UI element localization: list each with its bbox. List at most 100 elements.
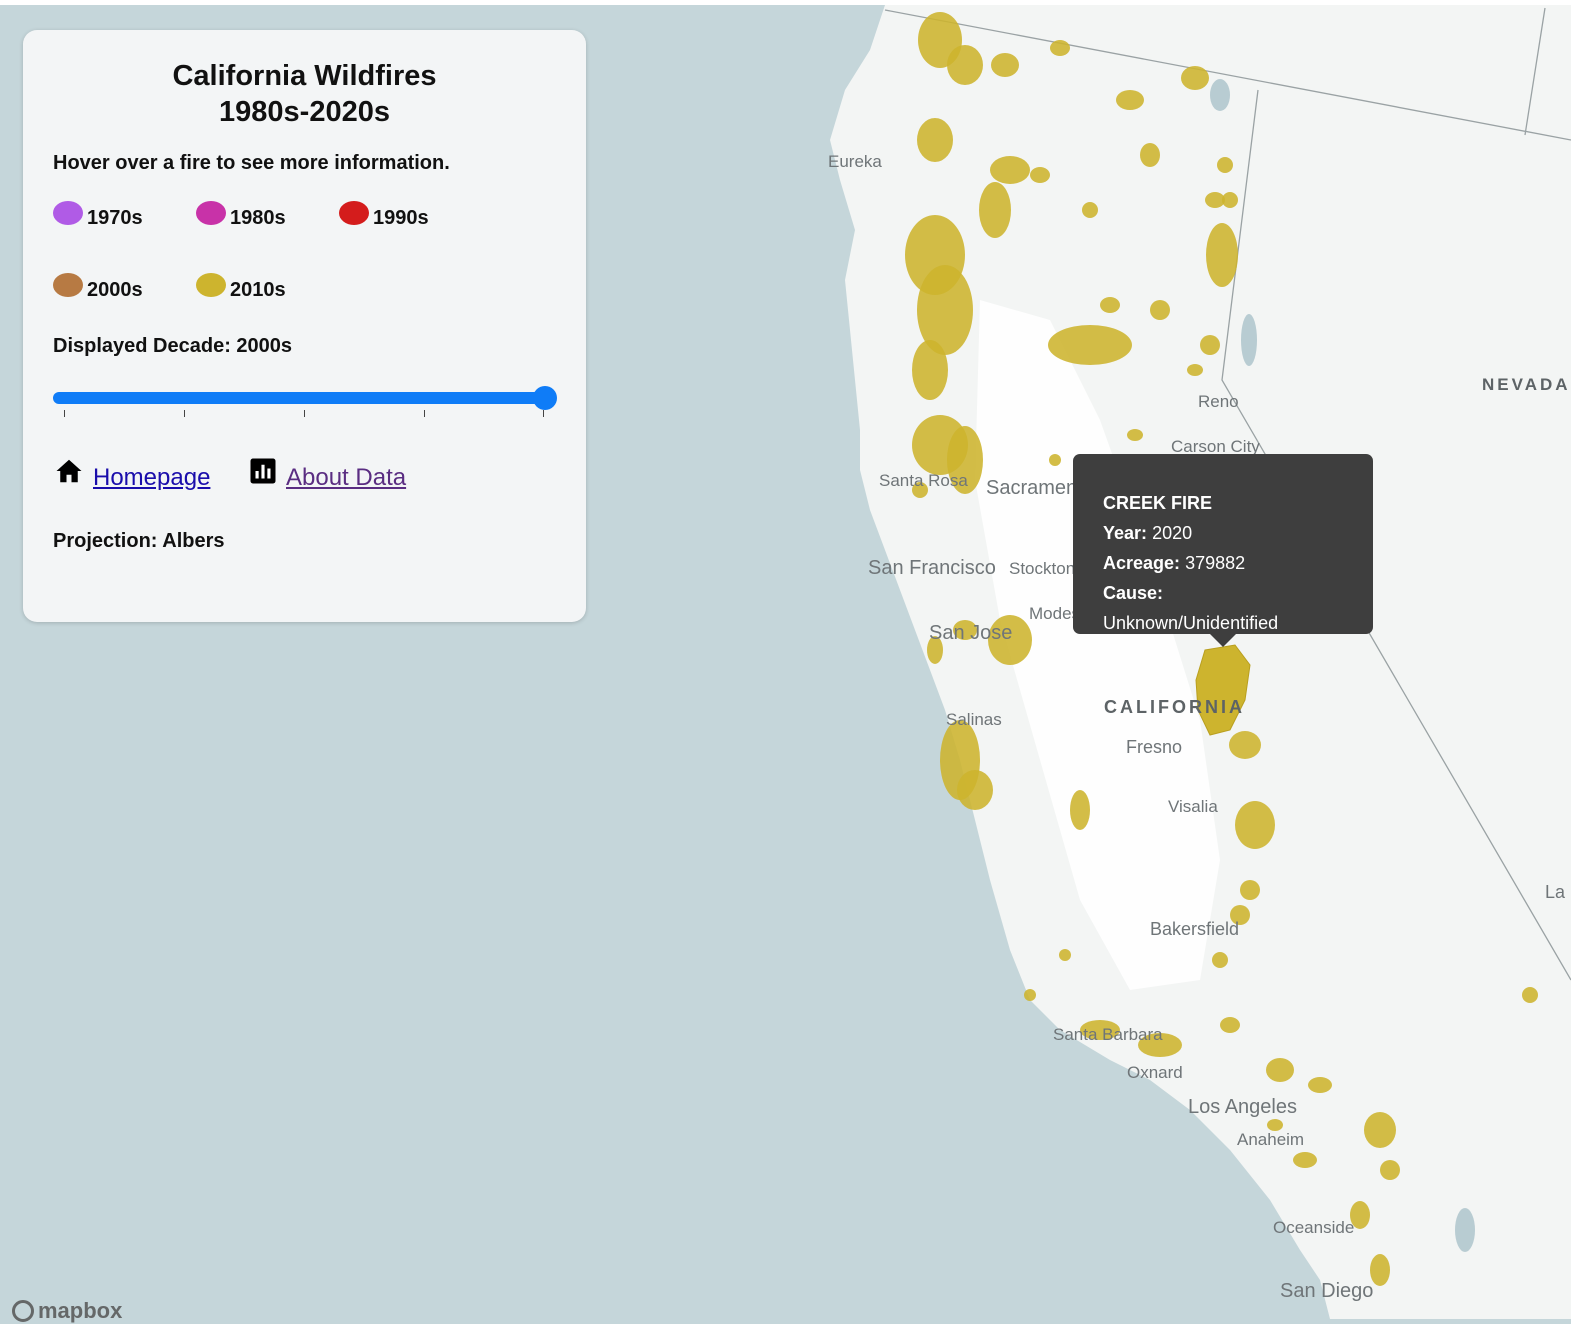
fire-perimeter[interactable] bbox=[1217, 157, 1233, 173]
legend-label: 1980s bbox=[230, 207, 286, 229]
legend-item-2000s: 2000s bbox=[53, 273, 143, 301]
top-edge bbox=[0, 0, 1571, 5]
fire-perimeter[interactable] bbox=[1150, 300, 1170, 320]
fire-perimeter[interactable] bbox=[1235, 801, 1275, 849]
fire-perimeter[interactable] bbox=[1181, 66, 1209, 90]
fire-perimeter[interactable] bbox=[1240, 880, 1260, 900]
fire-perimeter[interactable] bbox=[1030, 167, 1050, 183]
label-los-angeles: Los Angeles bbox=[1188, 1096, 1297, 1118]
label-la: La bbox=[1545, 882, 1566, 902]
instruction-text: Hover over a fire to see more informatio… bbox=[53, 152, 450, 174]
fire-perimeter[interactable] bbox=[1220, 1017, 1240, 1033]
fire-perimeter[interactable] bbox=[979, 182, 1011, 238]
fire-perimeter[interactable] bbox=[1100, 297, 1120, 313]
fire-perimeter[interactable] bbox=[1024, 989, 1036, 1001]
tooltip-acreage-label: Acreage: bbox=[1103, 553, 1181, 573]
page-title: California Wildfires 1980s-2020s bbox=[53, 58, 556, 130]
legend: 1970s 1980s 1990s 2000s 2010s bbox=[53, 189, 556, 339]
about-link-group[interactable]: About Data bbox=[248, 456, 406, 491]
tooltip-fire-name: CREEK FIRE bbox=[1103, 493, 1213, 513]
slider-tick bbox=[184, 410, 185, 417]
lake bbox=[1210, 79, 1230, 111]
tooltip-acreage-value: 379882 bbox=[1185, 553, 1246, 573]
slider-thumb[interactable] bbox=[533, 386, 557, 410]
legend-label: 2000s bbox=[87, 279, 143, 301]
fire-tooltip: CREEK FIRE Year: 2020 Acreage: 379882 Ca… bbox=[1073, 454, 1373, 634]
label-reno: Reno bbox=[1198, 392, 1239, 411]
fire-perimeter[interactable] bbox=[1187, 364, 1203, 376]
bar-chart-icon bbox=[250, 458, 276, 484]
title-line-1: California Wildfires bbox=[172, 60, 437, 92]
legend-label: 2010s bbox=[230, 279, 286, 301]
tooltip-pointer bbox=[1209, 633, 1237, 647]
legend-label: 1990s bbox=[373, 207, 429, 229]
legend-label: 1970s bbox=[87, 207, 143, 229]
label-oxnard: Oxnard bbox=[1127, 1063, 1183, 1082]
fire-perimeter[interactable] bbox=[1082, 202, 1098, 218]
slider-tick bbox=[304, 410, 305, 417]
slider-tick bbox=[424, 410, 425, 417]
fire-perimeter[interactable] bbox=[1048, 325, 1132, 365]
fire-perimeter[interactable] bbox=[1049, 454, 1061, 466]
fire-perimeter[interactable] bbox=[1127, 429, 1143, 441]
fire-perimeter[interactable] bbox=[912, 340, 948, 400]
fire-perimeter[interactable] bbox=[1229, 731, 1261, 759]
fire-perimeter[interactable] bbox=[990, 156, 1030, 184]
label-santa-barbara: Santa Barbara bbox=[1053, 1025, 1163, 1044]
fire-perimeter[interactable] bbox=[1266, 1058, 1294, 1082]
mapbox-logo[interactable]: mapbox bbox=[12, 1298, 122, 1324]
tooltip-year-label: Year: bbox=[1103, 523, 1148, 543]
legend-item-1990s: 1990s bbox=[339, 201, 429, 229]
label-san-diego: San Diego bbox=[1280, 1280, 1373, 1302]
fire-perimeter[interactable] bbox=[1293, 1152, 1317, 1168]
legend-swatch-1980s bbox=[196, 201, 226, 225]
label-visalia: Visalia bbox=[1168, 797, 1218, 816]
fire-perimeter[interactable] bbox=[1522, 987, 1538, 1003]
fire-perimeter[interactable] bbox=[1364, 1112, 1396, 1148]
fire-perimeter[interactable] bbox=[1206, 223, 1238, 287]
fire-perimeter[interactable] bbox=[1212, 952, 1228, 968]
fire-perimeter[interactable] bbox=[1050, 40, 1070, 56]
fire-perimeter[interactable] bbox=[957, 770, 993, 810]
tooltip-cause: Cause: Unknown/Unidentified bbox=[1103, 578, 1343, 638]
mapbox-logo-text: mapbox bbox=[38, 1298, 123, 1323]
label-oceanside: Oceanside bbox=[1273, 1218, 1354, 1237]
label-bakersfield: Bakersfield bbox=[1150, 919, 1239, 939]
tooltip-year-value: 2020 bbox=[1152, 523, 1193, 543]
slider-tick bbox=[64, 410, 65, 417]
fire-perimeter[interactable] bbox=[1380, 1160, 1400, 1180]
homepage-link-group[interactable]: Homepage bbox=[53, 456, 210, 491]
label-nevada: NEVADA bbox=[1482, 375, 1571, 394]
fire-perimeter[interactable] bbox=[1070, 790, 1090, 830]
fire-perimeter[interactable] bbox=[1116, 90, 1144, 110]
tooltip-year: Year: 2020 bbox=[1103, 518, 1343, 548]
slider-tick bbox=[543, 410, 544, 417]
tooltip-acreage: Acreage: 379882 bbox=[1103, 548, 1343, 578]
legend-swatch-1990s bbox=[339, 201, 369, 225]
fire-perimeter[interactable] bbox=[917, 118, 953, 162]
legend-item-2010s: 2010s bbox=[196, 273, 286, 301]
fire-perimeter[interactable] bbox=[1308, 1077, 1332, 1093]
info-panel: California Wildfires 1980s-2020s Hover o… bbox=[23, 30, 586, 622]
label-california: CALIFORNIA bbox=[1104, 697, 1245, 717]
decade-slider[interactable] bbox=[53, 386, 557, 417]
fire-perimeter[interactable] bbox=[1200, 335, 1220, 355]
legend-item-1980s: 1980s bbox=[196, 201, 286, 229]
fire-perimeter[interactable] bbox=[1059, 949, 1071, 961]
projection-label: Projection: Albers bbox=[53, 530, 225, 552]
lake-tahoe bbox=[1241, 314, 1257, 366]
lake bbox=[1455, 1208, 1475, 1252]
title-line-2: 1980s-2020s bbox=[219, 96, 390, 128]
fire-perimeter[interactable] bbox=[1222, 192, 1238, 208]
homepage-link[interactable]: Homepage bbox=[93, 464, 210, 492]
legend-swatch-2010s bbox=[196, 273, 226, 297]
about-data-link[interactable]: About Data bbox=[286, 464, 406, 492]
slider-track[interactable] bbox=[53, 392, 544, 404]
fire-perimeter[interactable] bbox=[991, 53, 1019, 77]
legend-swatch-1970s bbox=[53, 201, 83, 225]
fire-perimeter[interactable] bbox=[947, 45, 983, 85]
fire-perimeter[interactable] bbox=[1140, 143, 1160, 167]
land-area bbox=[830, 5, 1571, 1319]
label-san-jose: San Jose bbox=[929, 622, 1012, 644]
label-anaheim: Anaheim bbox=[1237, 1130, 1304, 1149]
